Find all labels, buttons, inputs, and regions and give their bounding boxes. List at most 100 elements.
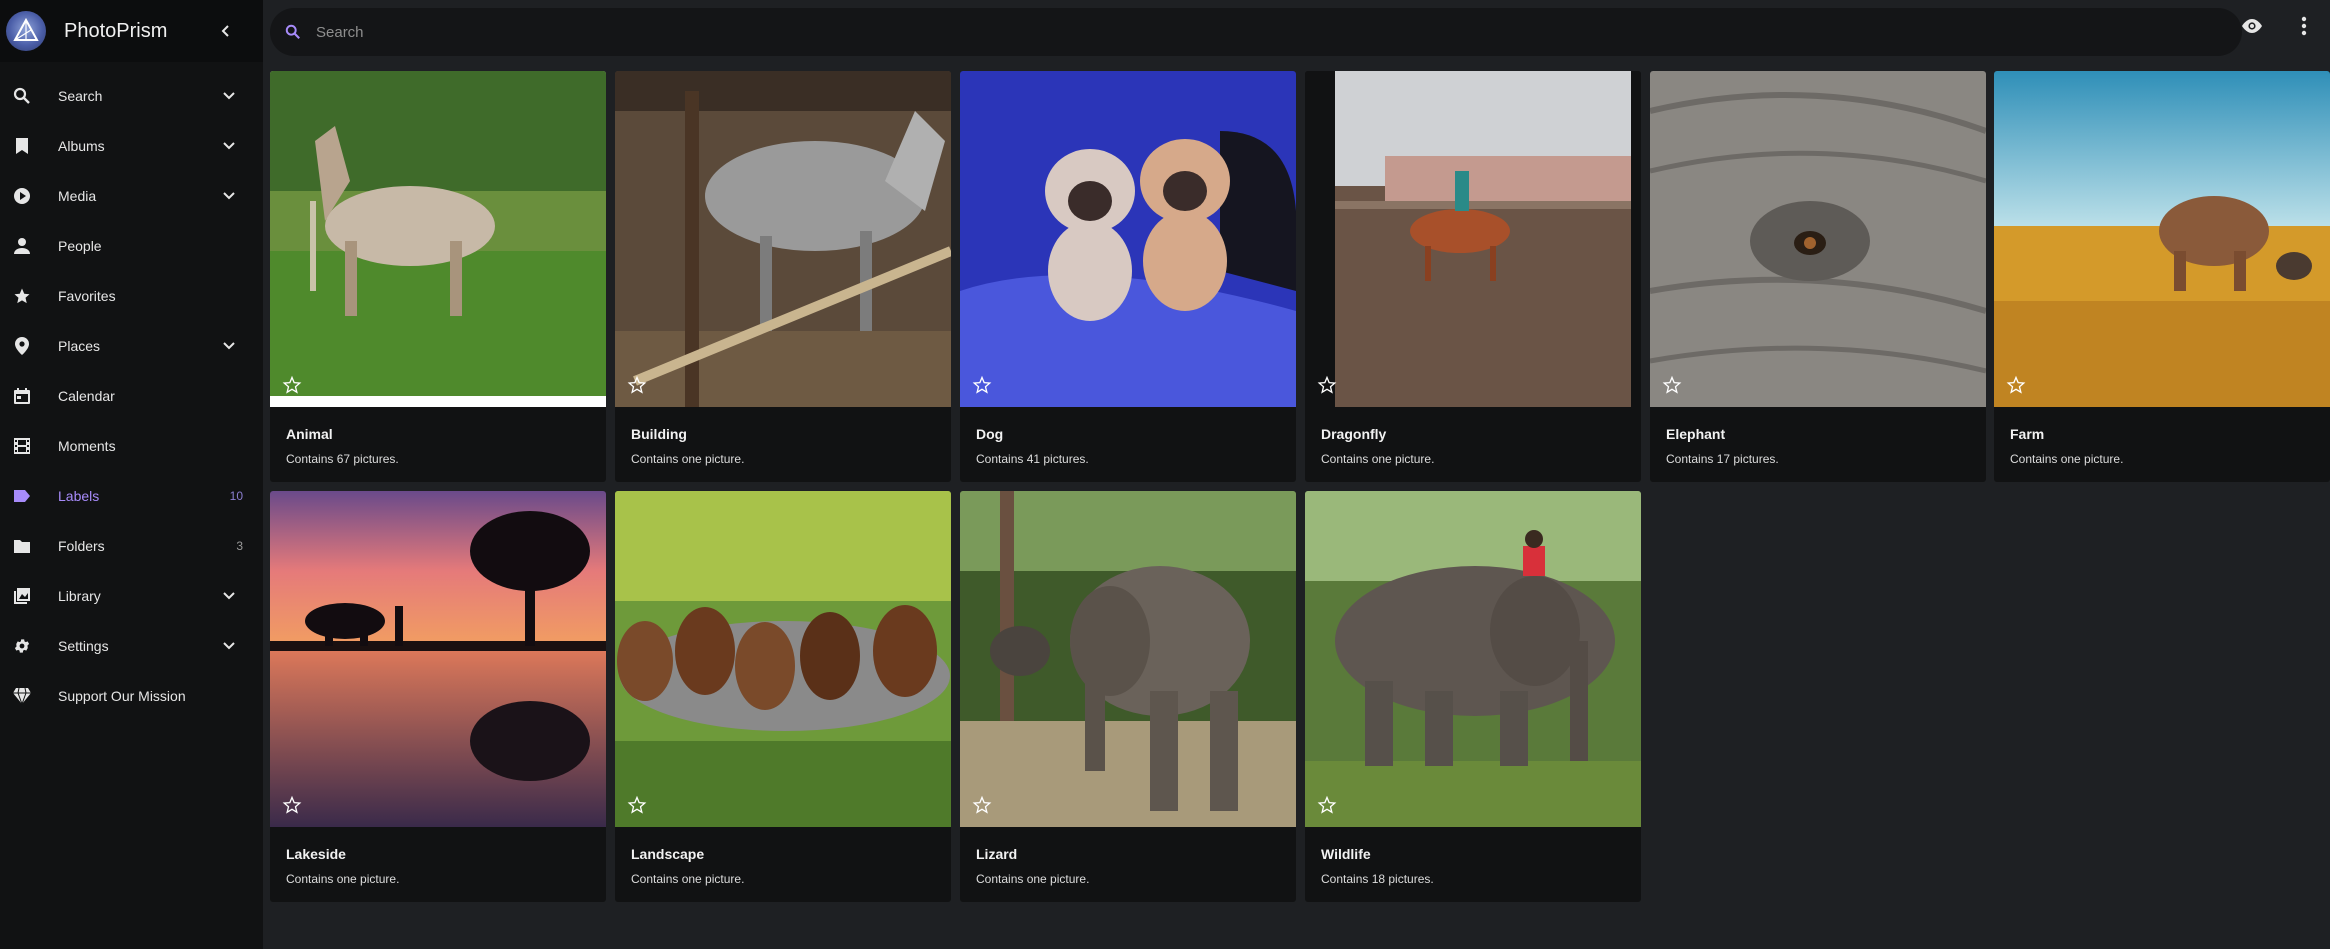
star-icon[interactable]: [627, 375, 647, 395]
label-subtitle: Contains one picture.: [976, 872, 1090, 886]
sidebar-item-label: Labels: [58, 488, 100, 504]
search-icon: [284, 23, 302, 41]
sidebar-item-search[interactable]: Search: [0, 71, 263, 121]
label-card-dog[interactable]: Dog Contains 41 pictures.: [960, 71, 1296, 482]
sidebar-item-label: Folders: [58, 538, 105, 554]
label-thumbnail-image[interactable]: [960, 71, 1296, 407]
chevron-down-icon[interactable]: [221, 188, 237, 204]
chevron-down-icon[interactable]: [221, 588, 237, 604]
label-card-lakeside[interactable]: Lakeside Contains one picture.: [270, 491, 606, 902]
label-subtitle: Contains one picture.: [286, 872, 400, 886]
app-title: PhotoPrism: [64, 19, 168, 42]
chevron-down-icon[interactable]: [221, 338, 237, 354]
label-title: Farm: [2010, 426, 2045, 442]
label-subtitle: Contains 41 pictures.: [976, 452, 1089, 466]
sidebar-item-calendar[interactable]: Calendar: [0, 371, 263, 421]
more-options-button[interactable]: [2292, 14, 2316, 38]
label-subtitle: Contains one picture.: [1321, 452, 1435, 466]
label-thumbnail-image[interactable]: [1305, 71, 1641, 407]
star-icon[interactable]: [282, 795, 302, 815]
label-thumbnail-image[interactable]: [1650, 71, 1986, 407]
star-icon[interactable]: [2006, 375, 2026, 395]
folder-icon: [12, 536, 32, 556]
sidebar-item-label: Places: [58, 338, 101, 354]
label-title: Lakeside: [286, 846, 346, 862]
top-actions: [2240, 14, 2316, 38]
label-card-animal[interactable]: Animal Contains 67 pictures.: [270, 71, 606, 482]
label-thumbnail-image[interactable]: [270, 491, 606, 827]
label-subtitle: Contains 17 pictures.: [1666, 452, 1779, 466]
sidebar-item-media[interactable]: Media: [0, 171, 263, 221]
label-card-farm[interactable]: Farm Contains one picture.: [1994, 71, 2330, 482]
label-card-elephant[interactable]: Elephant Contains 17 pictures.: [1650, 71, 1986, 482]
star-icon: [12, 286, 32, 306]
sidebar-item-albums[interactable]: Albums: [0, 121, 263, 171]
label-title: Wildlife: [1321, 846, 1371, 862]
star-icon[interactable]: [1317, 795, 1337, 815]
label-card-dragonfly[interactable]: Dragonfly Contains one picture.: [1305, 71, 1641, 482]
star-icon[interactable]: [627, 795, 647, 815]
label-icon: [12, 486, 32, 506]
star-icon[interactable]: [972, 795, 992, 815]
label-title: Landscape: [631, 846, 705, 862]
label-subtitle: Contains one picture.: [631, 872, 745, 886]
label-card-landscape[interactable]: Landscape Contains one picture.: [615, 491, 951, 902]
label-subtitle: Contains one picture.: [2010, 452, 2124, 466]
sidebar-item-label: Library: [58, 588, 101, 604]
star-icon[interactable]: [972, 375, 992, 395]
library-icon: [12, 586, 32, 606]
sidebar-item-label: Search: [58, 88, 103, 104]
label-card-wildlife[interactable]: Wildlife Contains 18 pictures.: [1305, 491, 1641, 902]
label-thumbnail-image[interactable]: [615, 491, 951, 827]
folders-count-badge: 3: [236, 539, 243, 553]
sidebar-item-settings[interactable]: Settings: [0, 621, 263, 671]
search-bar: [270, 8, 2242, 56]
toggle-view-button[interactable]: [2240, 14, 2264, 38]
sidebar-item-label: Albums: [58, 138, 105, 154]
star-icon[interactable]: [282, 375, 302, 395]
label-card-building[interactable]: Building Contains one picture.: [615, 71, 951, 482]
star-icon[interactable]: [1662, 375, 1682, 395]
sidebar-item-library[interactable]: Library: [0, 571, 263, 621]
sidebar-item-label: Settings: [58, 638, 109, 654]
sidebar-item-label: Favorites: [58, 288, 116, 304]
labels-count-badge: 10: [229, 489, 243, 503]
sidebar-item-label: Moments: [58, 438, 116, 454]
label-subtitle: Contains 67 pictures.: [286, 452, 399, 466]
play-circle-icon: [12, 186, 32, 206]
chevron-down-icon[interactable]: [221, 638, 237, 654]
sidebar-item-places[interactable]: Places: [0, 321, 263, 371]
more-vertical-icon: [2301, 16, 2307, 36]
label-subtitle: Contains one picture.: [631, 452, 745, 466]
sidebar-item-favorites[interactable]: Favorites: [0, 271, 263, 321]
label-title: Dog: [976, 426, 1004, 442]
map-pin-icon: [12, 336, 32, 356]
brand-header: PhotoPrism: [0, 0, 263, 62]
label-thumbnail-image[interactable]: [615, 71, 951, 407]
sidebar-nav: Search Albums Media People Favorites Pla…: [0, 71, 263, 721]
sidebar-item-moments[interactable]: Moments: [0, 421, 263, 471]
label-card-lizard[interactable]: Lizard Contains one picture.: [960, 491, 1296, 902]
diamond-icon: [12, 686, 32, 706]
sidebar-item-support[interactable]: Support Our Mission: [0, 671, 263, 721]
label-title: Dragonfly: [1321, 426, 1387, 442]
sidebar-item-label: Media: [58, 188, 97, 204]
gear-icon: [12, 636, 32, 656]
person-icon: [12, 236, 32, 256]
label-thumbnail-image[interactable]: [1305, 491, 1641, 827]
label-thumbnail-image[interactable]: [960, 491, 1296, 827]
collapse-sidebar-button[interactable]: [215, 20, 237, 42]
label-thumbnail-image[interactable]: [1994, 71, 2330, 407]
photoprism-logo-icon[interactable]: [6, 11, 46, 51]
sidebar-item-labels[interactable]: Labels 10: [0, 471, 263, 521]
sidebar-item-people[interactable]: People: [0, 221, 263, 271]
sidebar-item-folders[interactable]: Folders 3: [0, 521, 263, 571]
search-input[interactable]: [314, 22, 2118, 42]
chevron-down-icon[interactable]: [221, 138, 237, 154]
star-icon[interactable]: [1317, 375, 1337, 395]
label-thumbnail-image[interactable]: [270, 71, 606, 407]
sidebar-item-label: Calendar: [58, 388, 115, 404]
sidebar-item-label: Support Our Mission: [58, 688, 186, 704]
label-title: Animal: [286, 426, 333, 442]
chevron-down-icon[interactable]: [221, 88, 237, 104]
